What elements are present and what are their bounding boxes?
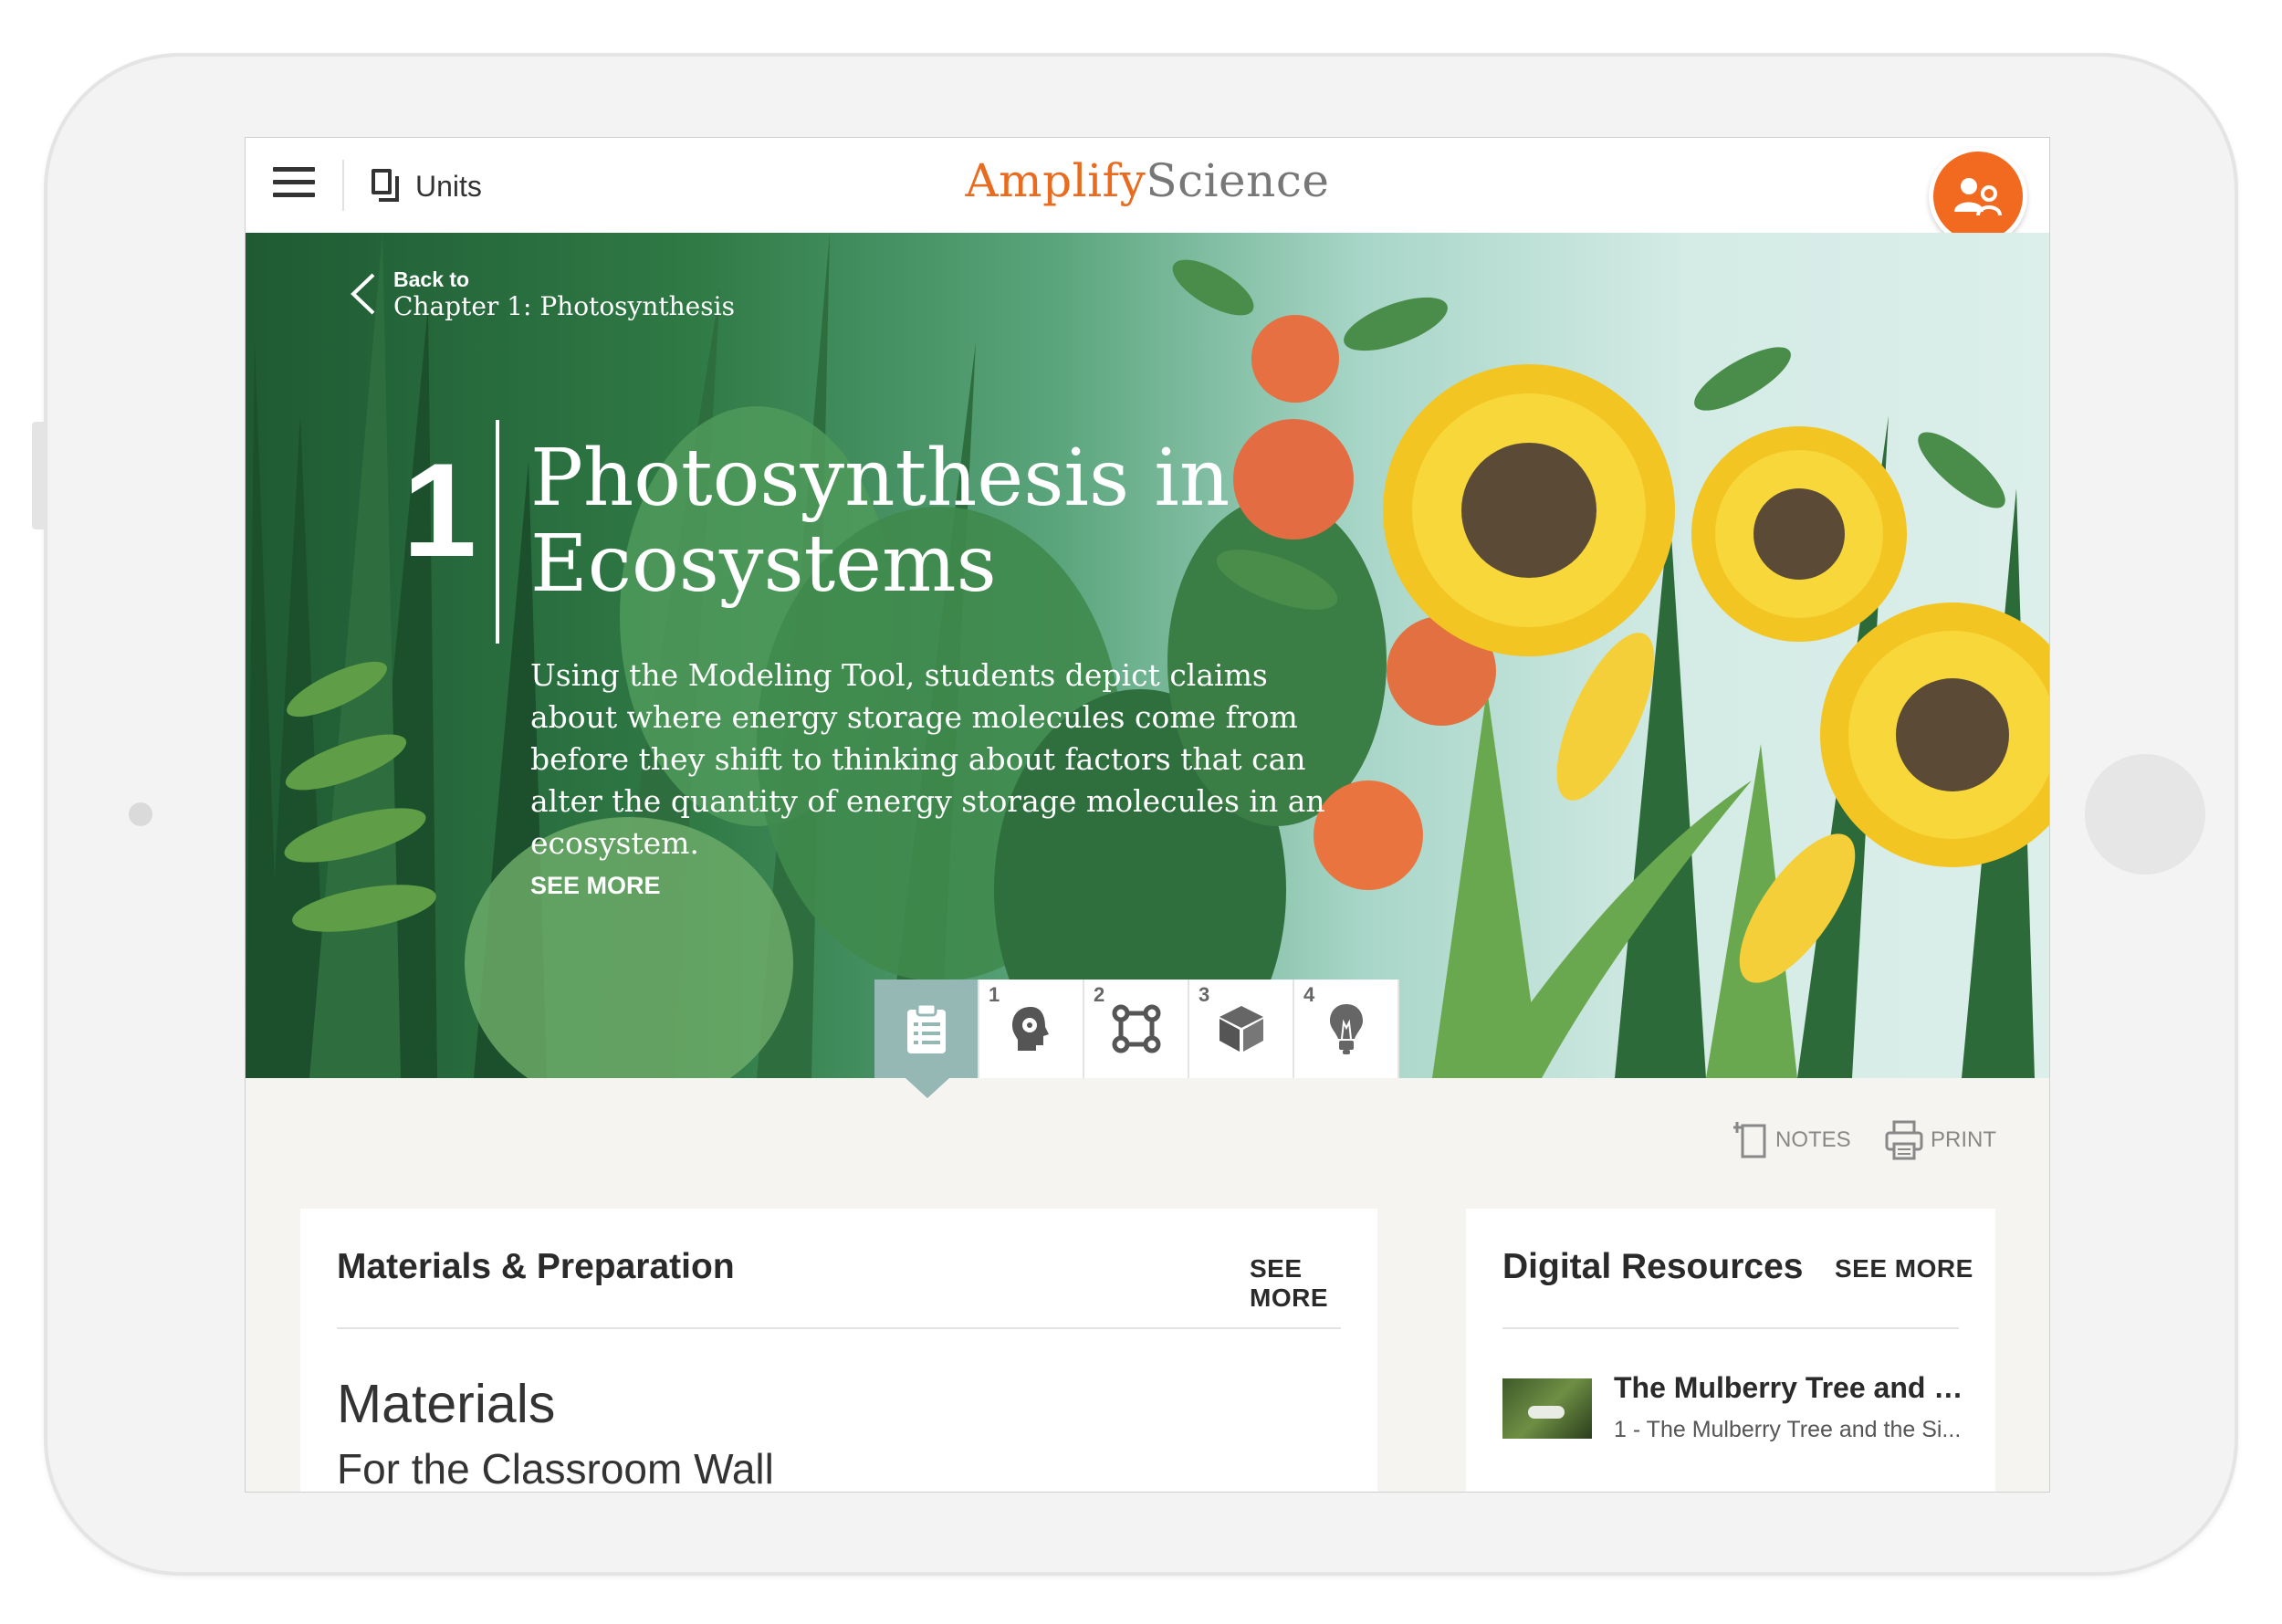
print-label: PRINT <box>1931 1127 1996 1152</box>
tab-chapter-3[interactable]: 3 <box>1189 980 1294 1078</box>
notes-label: NOTES <box>1775 1127 1851 1152</box>
unit-title: Photosynthesis in Ecosystems <box>530 433 1230 610</box>
materials-heading: Materials <box>337 1374 556 1434</box>
tab-chapter-1[interactable]: 1 <box>979 980 1084 1078</box>
title-divider <box>496 420 499 644</box>
user-avatar-button[interactable] <box>1929 147 2027 246</box>
cube-icon <box>1219 1006 1263 1052</box>
resource-title: The Mulberry Tree and th... <box>1614 1371 1970 1404</box>
tab-chapter-2[interactable]: 2 <box>1084 980 1189 1078</box>
materials-card-divider <box>337 1327 1341 1329</box>
chapter-tab-strip: 1 2 3 4 <box>874 980 1399 1078</box>
sunflower-1 <box>1383 364 1675 656</box>
notes-button[interactable]: NOTES <box>1733 1120 1851 1160</box>
back-chapter-label: Chapter 1: Photosynthesis <box>393 291 735 321</box>
unit-hero-banner: Back to Chapter 1: Photosynthesis 1 Phot… <box>246 233 2049 1078</box>
network-icon <box>1112 1004 1160 1053</box>
digital-card-divider <box>1502 1327 1959 1329</box>
digital-see-more-link[interactable]: SEE MORE <box>1835 1254 1973 1283</box>
materials-see-more-link[interactable]: SEE MORE <box>1250 1254 1377 1313</box>
head-gear-icon <box>1011 1007 1049 1051</box>
app-screen: Units AmplifyScience Back to Chapter 1: … <box>245 137 2050 1493</box>
digital-resources-card: Digital Resources SEE MORE The Mulberry … <box>1466 1209 1995 1492</box>
tab-chapter-4[interactable]: 4 <box>1294 980 1399 1078</box>
sunflower-2 <box>1691 426 1907 642</box>
tablet-side-button <box>32 422 45 529</box>
unit-number: 1 <box>403 435 477 584</box>
resource-thumbnail <box>1502 1378 1592 1439</box>
materials-preparation-card: Materials & Preparation SEE MORE Materia… <box>300 1209 1377 1493</box>
tablet-camera <box>129 802 152 826</box>
back-to-chapter-link[interactable]: Back to Chapter 1: Photosynthesis <box>348 267 735 322</box>
amplify-science-logo: AmplifyScience <box>965 154 1330 207</box>
active-tab-pointer <box>905 1078 949 1098</box>
tablet-home-button[interactable] <box>2085 754 2205 875</box>
chevron-left-icon <box>351 273 375 315</box>
digital-card-title: Digital Resources <box>1502 1247 1804 1286</box>
notes-icon <box>1733 1122 1766 1158</box>
resource-subtitle: 1 - The Mulberry Tree and the Si... <box>1614 1417 1962 1442</box>
top-bar: Units AmplifyScience <box>246 138 2049 246</box>
back-to-label: Back to <box>393 267 470 291</box>
materials-subheading: For the Classroom Wall <box>337 1445 774 1493</box>
clipboard-icon <box>906 1002 946 1053</box>
print-button[interactable]: PRINT <box>1885 1120 1996 1160</box>
hero-see-more-link[interactable]: SEE MORE <box>530 872 661 900</box>
user-group-icon <box>1954 178 2002 216</box>
tab-overview[interactable] <box>874 980 979 1078</box>
resource-list-item[interactable]: The Mulberry Tree and th... 1 - The Mulb… <box>1502 1371 1970 1453</box>
lightbulb-icon <box>1329 1004 1363 1054</box>
printer-icon <box>1885 1120 1923 1160</box>
materials-card-title: Materials & Preparation <box>337 1247 735 1286</box>
unit-description: Using the Modeling Tool, students depict… <box>530 657 1325 861</box>
